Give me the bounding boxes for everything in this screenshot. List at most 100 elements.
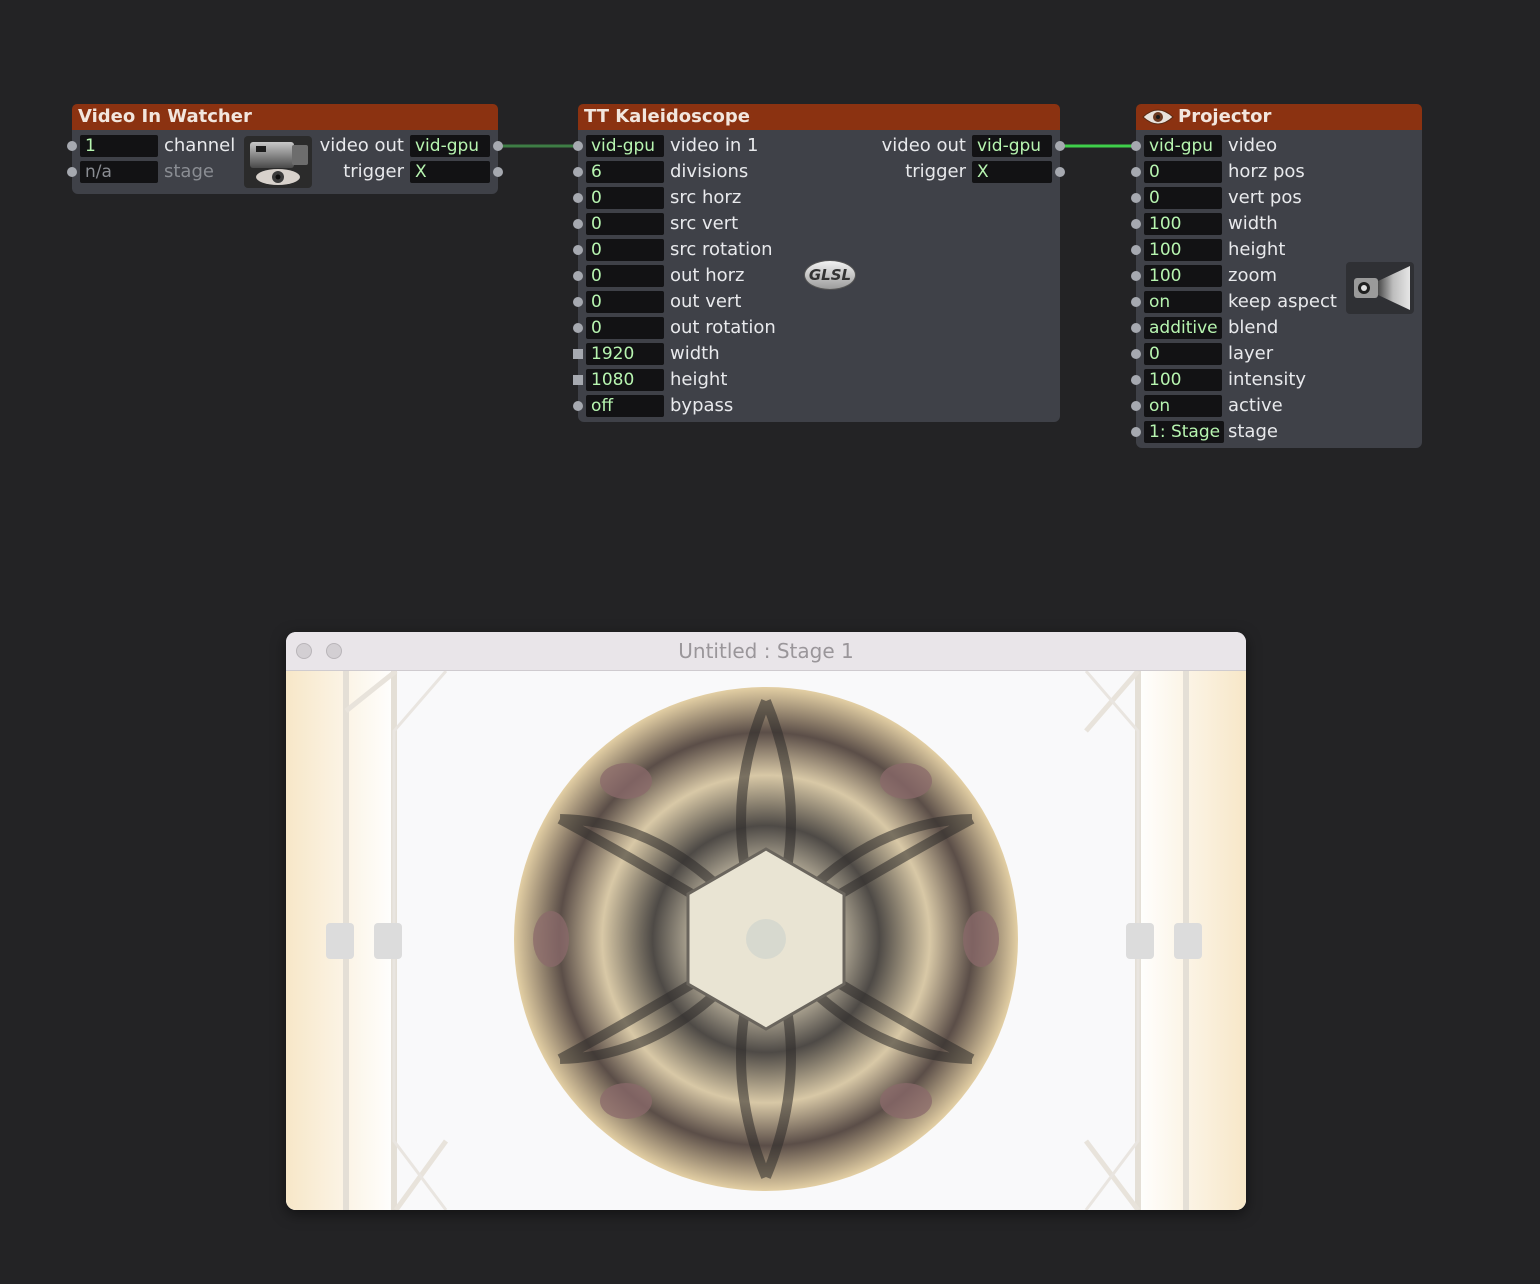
input-port-intensity[interactable] bbox=[1131, 375, 1141, 385]
out-rotation-value[interactable]: 0 bbox=[586, 317, 664, 339]
video-out-label: video out bbox=[881, 135, 966, 156]
width-value[interactable]: 100 bbox=[1144, 213, 1222, 235]
input-row-width: 1920 width bbox=[573, 341, 1060, 367]
input-row-src-vert: 0 src vert bbox=[573, 211, 1060, 237]
output-port-trigger[interactable] bbox=[1055, 167, 1065, 177]
height-value[interactable]: 100 bbox=[1144, 239, 1222, 261]
stage-window-title: Untitled : Stage 1 bbox=[678, 639, 854, 663]
projector-icon bbox=[1346, 262, 1414, 314]
input-row-intensity: 100 intensity bbox=[1131, 367, 1422, 393]
input-row-src-horz: 0 src horz bbox=[573, 185, 1060, 211]
input-row-height: 1080 height bbox=[573, 367, 1060, 393]
input-row-stage: 1: Stage stage bbox=[1131, 419, 1422, 445]
trigger-value[interactable]: X bbox=[972, 161, 1052, 183]
input-port-out-rotation[interactable] bbox=[573, 323, 583, 333]
input-port-out-horz[interactable] bbox=[573, 271, 583, 281]
width-label: width bbox=[1228, 213, 1278, 234]
zoom-label: zoom bbox=[1228, 265, 1278, 286]
input-port-stage[interactable] bbox=[1131, 427, 1141, 437]
layer-value[interactable]: 0 bbox=[1144, 343, 1222, 365]
glsl-badge: GLSL bbox=[804, 260, 856, 290]
input-row-video: vid-gpu video bbox=[1131, 133, 1422, 159]
actor-title[interactable]: Video In Watcher bbox=[72, 104, 498, 130]
input-row-bypass: off bypass bbox=[573, 393, 1060, 419]
input-port-layer[interactable] bbox=[1131, 349, 1141, 359]
input-port-width[interactable] bbox=[1131, 219, 1141, 229]
keep-aspect-label: keep aspect bbox=[1228, 291, 1337, 312]
input-port-bypass[interactable] bbox=[573, 401, 583, 411]
blend-label: blend bbox=[1228, 317, 1279, 338]
active-label: active bbox=[1228, 395, 1283, 416]
horz-pos-label: horz pos bbox=[1228, 161, 1305, 182]
input-port-src-vert[interactable] bbox=[573, 219, 583, 229]
input-port-active[interactable] bbox=[1131, 401, 1141, 411]
input-port-height[interactable] bbox=[1131, 245, 1141, 255]
width-value[interactable]: 1920 bbox=[586, 343, 664, 365]
actor-tt-kaleidoscope[interactable]: TT Kaleidoscope vid-gpu video in 1 6 div… bbox=[573, 104, 1065, 422]
output-row-video-out: video out vid-gpu bbox=[72, 133, 503, 159]
bypass-value[interactable]: off bbox=[586, 395, 664, 417]
src-vert-label: src vert bbox=[670, 213, 739, 234]
output-row-video-out: video out vid-gpu bbox=[578, 133, 1065, 159]
zoom-value[interactable]: 100 bbox=[1144, 265, 1222, 287]
height-label: height bbox=[670, 369, 728, 390]
stage-label: stage bbox=[1228, 421, 1278, 442]
input-port-out-vert[interactable] bbox=[573, 297, 583, 307]
input-port-horz-pos[interactable] bbox=[1131, 167, 1141, 177]
input-port-keep-aspect[interactable] bbox=[1131, 297, 1141, 307]
video-value[interactable]: vid-gpu bbox=[1144, 135, 1222, 157]
input-row-out-vert: 0 out vert bbox=[573, 289, 1060, 315]
video-label: video bbox=[1228, 135, 1278, 156]
input-row-vert-pos: 0 vert pos bbox=[1131, 185, 1422, 211]
src-rotation-value[interactable]: 0 bbox=[586, 239, 664, 261]
input-port-vert-pos[interactable] bbox=[1131, 193, 1141, 203]
input-row-width: 100 width bbox=[1131, 211, 1422, 237]
glsl-badge-text: GLSL bbox=[808, 266, 852, 284]
out-horz-value[interactable]: 0 bbox=[586, 265, 664, 287]
active-value[interactable]: on bbox=[1144, 395, 1222, 417]
input-row-active: on active bbox=[1131, 393, 1422, 419]
actor-title[interactable]: TT Kaleidoscope bbox=[578, 104, 1060, 130]
stage-titlebar[interactable]: Untitled : Stage 1 bbox=[286, 632, 1246, 671]
input-port-blend[interactable] bbox=[1131, 323, 1141, 333]
input-port-src-rotation[interactable] bbox=[573, 245, 583, 255]
input-row-out-rotation: 0 out rotation bbox=[573, 315, 1060, 341]
input-port-height[interactable] bbox=[573, 375, 583, 385]
actor-projector[interactable]: Projector vid-gpu video 0 horz pos 0 ver… bbox=[1131, 104, 1422, 448]
out-rotation-label: out rotation bbox=[670, 317, 776, 338]
output-port-video-out[interactable] bbox=[493, 141, 503, 151]
trigger-label: trigger bbox=[905, 161, 966, 182]
output-port-video-out[interactable] bbox=[1055, 141, 1065, 151]
actor-title-text: Projector bbox=[1178, 106, 1272, 127]
vert-pos-value[interactable]: 0 bbox=[1144, 187, 1222, 209]
output-row-trigger: trigger X bbox=[578, 159, 1065, 185]
blend-value[interactable]: additive bbox=[1144, 317, 1222, 339]
video-out-value[interactable]: vid-gpu bbox=[410, 135, 490, 157]
output-port-trigger[interactable] bbox=[493, 167, 503, 177]
input-row-src-rotation: 0 src rotation bbox=[573, 237, 1060, 263]
input-port-width[interactable] bbox=[573, 349, 583, 359]
input-row-horz-pos: 0 horz pos bbox=[1131, 159, 1422, 185]
input-port-video[interactable] bbox=[1131, 141, 1141, 151]
video-out-value[interactable]: vid-gpu bbox=[972, 135, 1052, 157]
input-port-src-horz[interactable] bbox=[573, 193, 583, 203]
src-horz-value[interactable]: 0 bbox=[586, 187, 664, 209]
stage-value[interactable]: 1: Stage bbox=[1144, 421, 1224, 443]
width-label: width bbox=[670, 343, 720, 364]
actor-video-in-watcher[interactable]: Video In Watcher 1 channel n/a stage vid… bbox=[67, 104, 503, 194]
trigger-value[interactable]: X bbox=[410, 161, 490, 183]
actor-title[interactable]: Projector bbox=[1136, 104, 1422, 130]
intensity-value[interactable]: 100 bbox=[1144, 369, 1222, 391]
output-row-trigger: trigger X bbox=[72, 159, 503, 185]
input-port-zoom[interactable] bbox=[1131, 271, 1141, 281]
src-vert-value[interactable]: 0 bbox=[586, 213, 664, 235]
eye-icon bbox=[1142, 109, 1174, 125]
height-value[interactable]: 1080 bbox=[586, 369, 664, 391]
out-vert-value[interactable]: 0 bbox=[586, 291, 664, 313]
input-row-layer: 0 layer bbox=[1131, 341, 1422, 367]
horz-pos-value[interactable]: 0 bbox=[1144, 161, 1222, 183]
bypass-label: bypass bbox=[670, 395, 734, 416]
out-horz-label: out horz bbox=[670, 265, 745, 286]
stage-window[interactable]: Untitled : Stage 1 bbox=[286, 632, 1246, 1210]
keep-aspect-value[interactable]: on bbox=[1144, 291, 1222, 313]
